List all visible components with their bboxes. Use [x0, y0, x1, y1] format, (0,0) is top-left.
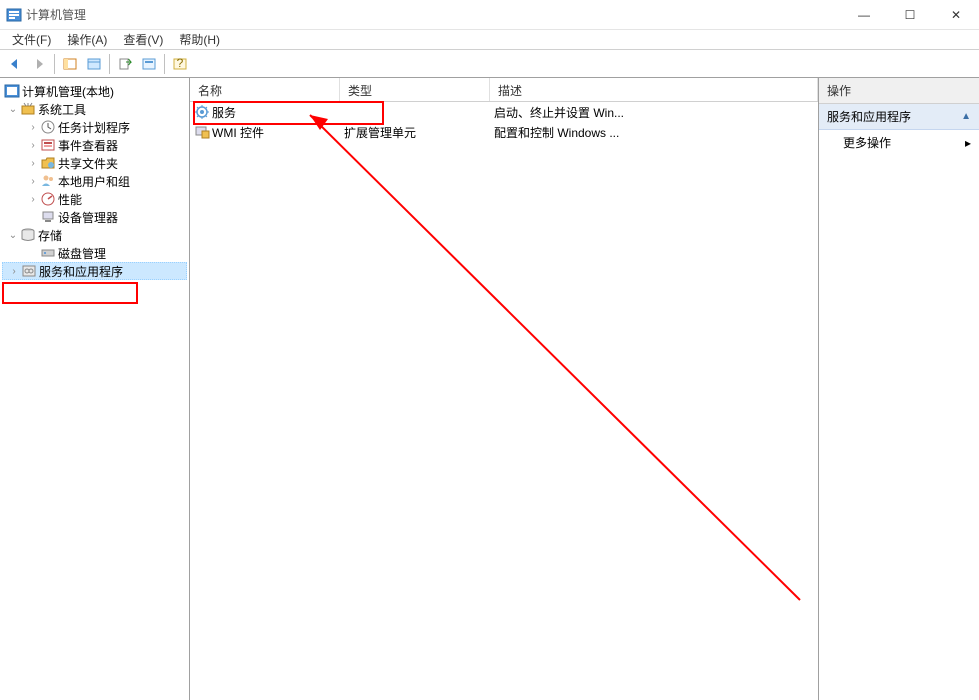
list-header-type[interactable]: 类型: [340, 78, 490, 101]
menu-file[interactable]: 文件(F): [4, 29, 59, 50]
tree-device-manager-label: 设备管理器: [58, 209, 118, 226]
list-row-wmi-type: 扩展管理单元: [340, 124, 490, 141]
tree-root-label: 计算机管理(本地): [22, 83, 114, 100]
list-header: 名称 类型 描述: [190, 78, 818, 102]
forward-button[interactable]: [28, 53, 50, 75]
list-header-name[interactable]: 名称: [190, 78, 340, 101]
storage-icon: [20, 227, 36, 243]
window-title: 计算机管理: [26, 6, 841, 23]
help-button[interactable]: ?: [169, 53, 191, 75]
list-header-description[interactable]: 描述: [490, 78, 818, 101]
disk-management-icon: [40, 245, 56, 261]
expand-icon[interactable]: ›: [26, 194, 40, 205]
menu-help[interactable]: 帮助(H): [171, 29, 228, 50]
tree-disk-management-label: 磁盘管理: [58, 245, 106, 262]
list-row-wmi-name: WMI 控件: [212, 124, 264, 141]
expand-icon[interactable]: ›: [26, 176, 40, 187]
toolbar-separator-3: [164, 54, 165, 74]
tree-storage-label: 存储: [38, 227, 62, 244]
action-section-title: 服务和应用程序: [827, 108, 911, 125]
tree-event-viewer[interactable]: › 事件查看器: [2, 136, 187, 154]
action-more-actions[interactable]: 更多操作 ▸: [819, 130, 979, 155]
toolbar-separator-2: [109, 54, 110, 74]
close-button[interactable]: ✕: [933, 0, 979, 30]
tree-task-scheduler-label: 任务计划程序: [58, 119, 130, 136]
properties-button[interactable]: [83, 53, 105, 75]
title-bar: 计算机管理 — ☐ ✕: [0, 0, 979, 30]
list-row-wmi-desc: 配置和控制 Windows ...: [490, 124, 818, 141]
refresh-button[interactable]: [138, 53, 160, 75]
computer-management-icon: [4, 83, 20, 99]
device-manager-icon: [40, 209, 56, 225]
tree-system-tools-label: 系统工具: [38, 101, 86, 118]
collapse-icon[interactable]: ⌄: [6, 230, 20, 241]
main-area: 计算机管理(本地) ⌄ 系统工具 › 任务计划程序 › 事件查看器 › 共享文件…: [0, 78, 979, 700]
back-button[interactable]: [4, 53, 26, 75]
submenu-arrow-icon: ▸: [965, 136, 971, 150]
local-users-icon: [40, 173, 56, 189]
toolbar: ?: [0, 50, 979, 78]
menu-action[interactable]: 操作(A): [59, 29, 115, 50]
list-panel: 名称 类型 描述 服务 启动、终止并设置 Win... WMI 控件 扩展管理单…: [190, 78, 819, 700]
tree-disk-management[interactable]: 磁盘管理: [2, 244, 187, 262]
tree-event-viewer-label: 事件查看器: [58, 137, 118, 154]
wmi-icon: [194, 124, 210, 140]
event-viewer-icon: [40, 137, 56, 153]
menu-bar: 文件(F) 操作(A) 查看(V) 帮助(H): [0, 30, 979, 50]
tree-local-users-label: 本地用户和组: [58, 173, 130, 190]
expand-icon[interactable]: ›: [7, 266, 21, 277]
action-panel-header: 操作: [819, 78, 979, 104]
action-more-actions-label: 更多操作: [843, 134, 891, 151]
show-hide-tree-button[interactable]: [59, 53, 81, 75]
tree-local-users[interactable]: › 本地用户和组: [2, 172, 187, 190]
tree-performance[interactable]: › 性能: [2, 190, 187, 208]
expand-icon[interactable]: ›: [26, 122, 40, 133]
list-row-services[interactable]: 服务 启动、终止并设置 Win...: [190, 102, 818, 122]
window-controls: — ☐ ✕: [841, 0, 979, 30]
tree-panel: 计算机管理(本地) ⌄ 系统工具 › 任务计划程序 › 事件查看器 › 共享文件…: [0, 78, 190, 700]
tree-task-scheduler[interactable]: › 任务计划程序: [2, 118, 187, 136]
minimize-button[interactable]: —: [841, 0, 887, 30]
performance-icon: [40, 191, 56, 207]
maximize-button[interactable]: ☐: [887, 0, 933, 30]
list-row-wmi[interactable]: WMI 控件 扩展管理单元 配置和控制 Windows ...: [190, 122, 818, 142]
system-tools-icon: [20, 101, 36, 117]
tree-services-apps-label: 服务和应用程序: [39, 263, 123, 280]
tree-storage[interactable]: ⌄ 存储: [2, 226, 187, 244]
tree-services-apps[interactable]: › 服务和应用程序: [2, 262, 187, 280]
services-icon: [194, 104, 210, 120]
tree-device-manager[interactable]: 设备管理器: [2, 208, 187, 226]
collapse-icon[interactable]: ⌄: [6, 104, 20, 115]
action-panel: 操作 服务和应用程序 ▲ 更多操作 ▸: [819, 78, 979, 700]
tree-system-tools[interactable]: ⌄ 系统工具: [2, 100, 187, 118]
tree-performance-label: 性能: [58, 191, 82, 208]
toolbar-separator: [54, 54, 55, 74]
list-row-services-desc: 启动、终止并设置 Win...: [490, 104, 818, 121]
tree-shared-folders[interactable]: › 共享文件夹: [2, 154, 187, 172]
action-section-header[interactable]: 服务和应用程序 ▲: [819, 104, 979, 130]
collapse-arrow-icon: ▲: [961, 111, 971, 122]
tree-root[interactable]: 计算机管理(本地): [2, 82, 187, 100]
list-row-services-name: 服务: [212, 104, 236, 121]
shared-folders-icon: [40, 155, 56, 171]
tree-shared-folders-label: 共享文件夹: [58, 155, 118, 172]
svg-text:?: ?: [177, 56, 184, 70]
export-button[interactable]: [114, 53, 136, 75]
expand-icon[interactable]: ›: [26, 158, 40, 169]
expand-icon[interactable]: ›: [26, 140, 40, 151]
task-scheduler-icon: [40, 119, 56, 135]
menu-view[interactable]: 查看(V): [115, 29, 171, 50]
app-icon: [6, 7, 22, 23]
services-apps-icon: [21, 263, 37, 279]
